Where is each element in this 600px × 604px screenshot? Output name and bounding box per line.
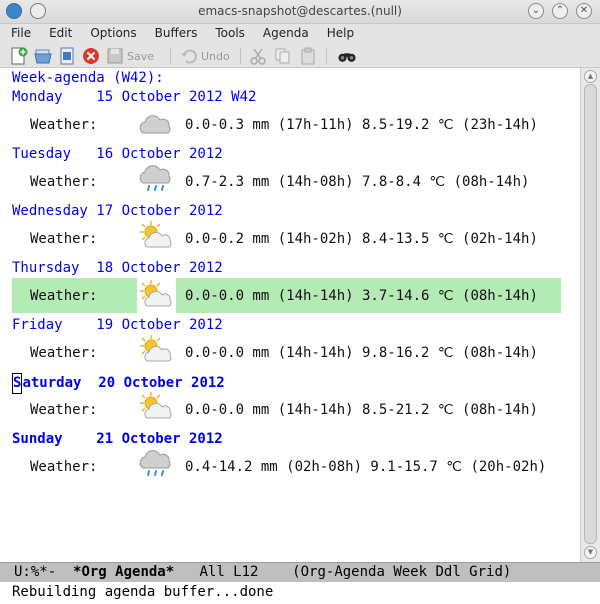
weather-label: Weather: bbox=[30, 459, 98, 475]
dired-button[interactable] bbox=[58, 47, 76, 65]
weather-label: Weather: bbox=[30, 117, 98, 133]
menu-agenda[interactable]: Agenda bbox=[254, 24, 318, 44]
kill-buffer-button[interactable] bbox=[82, 47, 100, 65]
scroll-thumb[interactable] bbox=[584, 84, 597, 544]
weather-label: Weather: bbox=[30, 345, 98, 361]
menu-options[interactable]: Options bbox=[81, 24, 145, 44]
undo-button[interactable]: Undo bbox=[180, 47, 230, 65]
rain-icon bbox=[139, 165, 171, 191]
undo-label: Undo bbox=[201, 49, 230, 63]
minimize-button[interactable]: ⌄ bbox=[528, 3, 544, 19]
scissors-icon bbox=[250, 48, 266, 65]
weather-values: 0.0-0.0 mm (14h-14h) 3.7-14.6 ℃ (08h-14h… bbox=[185, 288, 538, 304]
day-header-thursday[interactable]: Thursday 18 October 2012 bbox=[12, 259, 223, 278]
directory-icon bbox=[60, 47, 74, 65]
weather-values: 0.0-0.0 mm (14h-14h) 8.5-21.2 ℃ (08h-14h… bbox=[185, 402, 538, 418]
weather-values: 0.0-0.0 mm (14h-14h) 9.8-16.2 ℃ (08h-14h… bbox=[185, 345, 538, 361]
weather-values: 0.7-2.3 mm (14h-08h) 7.8-8.4 ℃ (08h-14h) bbox=[185, 174, 530, 190]
echo-area: Rebuilding agenda buffer...done bbox=[0, 582, 600, 604]
partly-sunny-icon bbox=[140, 221, 172, 248]
menu-help[interactable]: Help bbox=[318, 24, 363, 44]
weather-values: 0.0-0.2 mm (14h-02h) 8.4-13.5 ℃ (02h-14h… bbox=[185, 231, 538, 247]
copy-button[interactable] bbox=[274, 47, 292, 65]
menu-file[interactable]: File bbox=[0, 24, 40, 44]
open-folder-icon bbox=[34, 49, 52, 64]
new-file-button[interactable] bbox=[10, 47, 28, 65]
close-button[interactable]: ✕ bbox=[576, 3, 592, 19]
modeline-buffer-name: *Org Agenda* bbox=[73, 564, 175, 580]
text-cursor: S bbox=[12, 373, 23, 394]
menu-bar: File Edit Options Buffers Tools Agenda H… bbox=[0, 24, 600, 44]
paste-button[interactable] bbox=[299, 47, 317, 65]
agenda-header: Week-agenda (W42): bbox=[12, 70, 164, 86]
day-header-wednesday[interactable]: Wednesday 17 October 2012 bbox=[12, 202, 223, 221]
weather-label: Weather: bbox=[30, 288, 98, 304]
cloudy-icon bbox=[139, 115, 171, 134]
new-file-icon bbox=[11, 47, 28, 65]
partly-sunny-icon bbox=[140, 392, 172, 419]
maximize-button[interactable]: ⌃ bbox=[552, 3, 568, 19]
toolbar-separator bbox=[326, 48, 327, 64]
day-header-tuesday[interactable]: Tuesday 16 October 2012 bbox=[12, 145, 223, 164]
save-label: Save bbox=[127, 49, 155, 63]
agenda-buffer[interactable]: Week-agenda (W42): Monday 15 October 201… bbox=[0, 68, 580, 562]
rain-icon bbox=[139, 450, 171, 476]
mode-line[interactable]: U:%*- *Org Agenda* All L12 (Org-Agenda W… bbox=[0, 562, 600, 582]
title-bar: emacs-snapshot@descartes.(null) ⌄ ⌃ ✕ bbox=[0, 0, 600, 24]
binoculars-icon bbox=[338, 53, 356, 62]
copy-icon bbox=[275, 48, 290, 64]
cut-button[interactable] bbox=[249, 47, 267, 65]
partly-sunny-icon bbox=[140, 280, 172, 307]
menu-tools[interactable]: Tools bbox=[206, 24, 254, 44]
modeline-status: U:%*- bbox=[14, 564, 74, 580]
paste-icon bbox=[301, 47, 315, 65]
day-header-sunday[interactable]: Sunday 21 October 2012 bbox=[12, 430, 223, 449]
day-header-saturday[interactable]: Saturday 20 October 2012 bbox=[12, 373, 225, 394]
day-header-saturday-rest: aturday 20 October 2012 bbox=[22, 375, 225, 391]
weather-label: Weather: bbox=[30, 402, 98, 418]
weather-values: 0.0-0.3 mm (17h-11h) 8.5-19.2 ℃ (23h-14h… bbox=[185, 117, 538, 133]
day-header-friday[interactable]: Friday 19 October 2012 bbox=[12, 316, 223, 335]
scroll-up-arrow[interactable]: ▲ bbox=[584, 70, 597, 83]
undo-icon bbox=[181, 49, 197, 64]
vertical-scrollbar[interactable]: ▲ ▼ bbox=[580, 68, 600, 562]
weather-label: Weather: bbox=[30, 174, 98, 190]
day-header-monday[interactable]: Monday 15 October 2012 W42 bbox=[12, 88, 256, 107]
toolbar: Save Undo bbox=[0, 44, 600, 68]
modeline-info: All L12 (Org-Agenda Week Ddl Grid) bbox=[174, 564, 512, 580]
save-button[interactable]: Save bbox=[106, 47, 154, 65]
window-title: emacs-snapshot@descartes.(null) bbox=[198, 4, 402, 18]
save-icon bbox=[107, 48, 123, 64]
weather-label: Weather: bbox=[30, 231, 98, 247]
partly-sunny-icon bbox=[140, 335, 172, 362]
toolbar-separator bbox=[240, 48, 241, 64]
search-button[interactable] bbox=[338, 47, 356, 65]
toolbar-separator bbox=[170, 48, 171, 64]
menu-buffers[interactable]: Buffers bbox=[146, 24, 207, 44]
menu-edit[interactable]: Edit bbox=[40, 24, 81, 44]
weather-values: 0.4-14.2 mm (02h-08h) 9.1-15.7 ℃ (20h-02… bbox=[185, 459, 547, 475]
open-file-button[interactable] bbox=[34, 47, 52, 65]
close-buffer-icon bbox=[83, 48, 99, 64]
scroll-down-arrow[interactable]: ▼ bbox=[584, 546, 597, 559]
